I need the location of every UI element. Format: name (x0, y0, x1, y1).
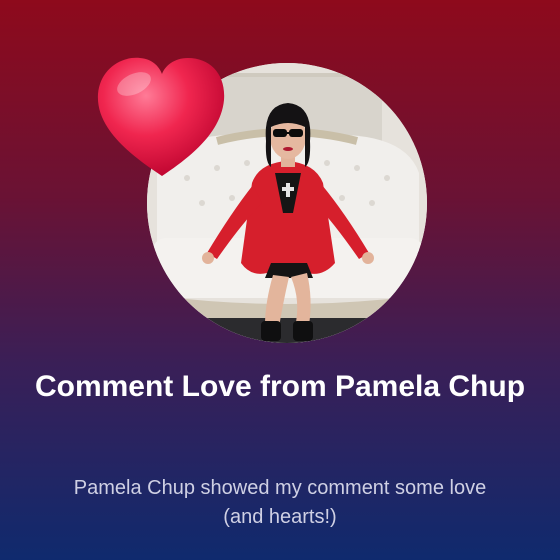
comment-love-card: Comment Love from Pamela Chup Pamela Chu… (0, 0, 560, 560)
card-title: Comment Love from Pamela Chup (34, 370, 526, 403)
card-subtitle: Pamela Chup showed my comment some love … (73, 477, 487, 528)
heart-icon (97, 57, 225, 177)
